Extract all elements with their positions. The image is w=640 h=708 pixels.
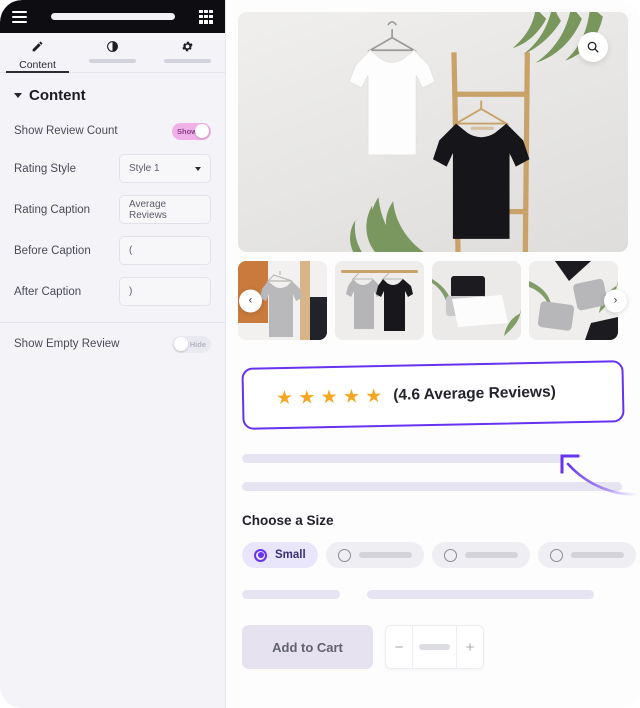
choose-size-title: Choose a Size xyxy=(242,513,334,528)
panel-tabs: Content xyxy=(0,33,225,73)
contrast-half-circle-icon xyxy=(106,38,119,55)
after-caption-input[interactable]: ) xyxy=(119,277,211,306)
editor-device-frame: Content Content Show Review Count Show R… xyxy=(0,0,640,708)
grid-apps-icon[interactable] xyxy=(199,9,213,24)
size-option-small[interactable]: Small xyxy=(242,542,318,568)
thumbnail-list xyxy=(238,261,628,340)
magnifier-icon xyxy=(587,41,599,53)
quantity-decrement-button[interactable]: − xyxy=(386,625,412,669)
settings-panel: Content Content Show Review Count Show R… xyxy=(0,0,226,708)
before-caption-input[interactable]: ( xyxy=(119,236,211,265)
rating-caption-text: (4.6 Average Reviews) xyxy=(393,383,556,404)
quantity-placeholder xyxy=(419,644,450,650)
pencil-icon xyxy=(31,38,44,55)
quantity-increment-button[interactable]: + xyxy=(457,625,483,669)
thumbnail-gallery: ‹ › xyxy=(238,261,628,340)
rating-stars: ★ ★ ★ ★ ★ xyxy=(275,385,383,409)
size-option-3[interactable] xyxy=(431,542,530,568)
tab-advanced[interactable] xyxy=(150,33,225,72)
thumb-image-2 xyxy=(335,261,424,340)
size-options: Small xyxy=(242,542,636,568)
control-before-caption: Before Caption ( xyxy=(0,230,225,271)
control-label: Rating Caption xyxy=(14,203,91,216)
radio-unselected-icon xyxy=(443,548,457,562)
cart-row: Add to Cart − + xyxy=(242,625,628,669)
panel-topbar xyxy=(0,0,225,33)
content-placeholder-bar xyxy=(367,590,595,599)
radio-unselected-icon xyxy=(549,548,563,562)
chevron-right-icon: › xyxy=(613,294,618,307)
show-review-count-toggle[interactable]: Show xyxy=(172,122,211,140)
control-label: Before Caption xyxy=(14,244,91,257)
tab-content-label: Content xyxy=(19,59,56,71)
rating-caption-value: Average Reviews xyxy=(129,198,167,221)
gallery-prev-button[interactable]: ‹ xyxy=(239,289,262,312)
caret-down-icon[interactable] xyxy=(14,93,22,98)
radio-selected-icon xyxy=(254,548,267,562)
lower-placeholder-row xyxy=(238,568,628,604)
control-label: Show Review Count xyxy=(14,125,118,137)
hero-illustration xyxy=(348,12,603,252)
thumbnail-item[interactable] xyxy=(432,261,521,340)
panel-divider xyxy=(0,322,225,323)
control-label: Rating Style xyxy=(14,162,77,175)
control-show-empty-review: Show Empty Review Hide xyxy=(0,327,225,361)
size-option-label: Small xyxy=(275,549,306,561)
control-label: Show Empty Review xyxy=(14,338,120,350)
size-option-placeholder xyxy=(358,552,412,558)
control-rating-style: Rating Style Style 1 xyxy=(0,148,225,189)
tab-style[interactable] xyxy=(75,33,150,72)
toggle-knob xyxy=(195,124,209,138)
content-section-header[interactable]: Content xyxy=(0,73,225,114)
size-option-placeholder xyxy=(464,552,518,558)
product-hero-image[interactable] xyxy=(238,12,628,252)
gallery-next-button[interactable]: › xyxy=(604,289,627,312)
size-option-4[interactable] xyxy=(537,542,636,568)
rating-widget-highlight[interactable]: ★ ★ ★ ★ ★ (4.6 Average Reviews) xyxy=(241,360,625,430)
rating-style-select[interactable]: Style 1 xyxy=(119,154,211,183)
chevron-down-icon xyxy=(195,166,201,171)
before-caption-value: ( xyxy=(129,245,133,256)
radio-unselected-icon xyxy=(337,548,351,562)
toggle-state-label: Hide xyxy=(189,339,206,349)
quantity-value[interactable] xyxy=(412,625,457,669)
control-label: After Caption xyxy=(14,285,82,298)
section-title: Content xyxy=(29,87,86,104)
product-preview: ‹ › ★ ★ ★ ★ ★ (4.6 Average Reviews) Choo… xyxy=(226,0,640,708)
toggle-knob xyxy=(174,337,188,351)
zoom-image-button[interactable] xyxy=(578,32,608,62)
tab-style-placeholder xyxy=(89,59,136,63)
control-after-caption: After Caption ) xyxy=(0,271,225,312)
size-option-placeholder xyxy=(570,552,624,558)
tab-content[interactable]: Content xyxy=(0,33,75,73)
control-rating-caption: Rating Caption Average Reviews xyxy=(0,189,225,230)
show-empty-review-toggle[interactable]: Hide xyxy=(172,335,211,353)
gear-icon xyxy=(181,38,194,55)
control-show-review-count: Show Review Count Show xyxy=(0,114,225,148)
toggle-state-label: Show xyxy=(177,126,197,136)
content-placeholder-bar xyxy=(242,482,622,491)
thumbnail-item[interactable] xyxy=(335,261,424,340)
add-to-cart-button[interactable]: Add to Cart xyxy=(242,625,373,669)
thumb-image-3 xyxy=(432,261,521,340)
hamburger-icon[interactable] xyxy=(12,10,27,23)
size-option-2[interactable] xyxy=(325,542,424,568)
content-placeholder-bar xyxy=(242,590,340,599)
rating-style-value: Style 1 xyxy=(129,163,160,174)
tab-advanced-placeholder xyxy=(164,59,211,63)
content-placeholder-bar xyxy=(242,454,564,463)
quantity-stepper: − + xyxy=(385,625,484,669)
rating-caption-input[interactable]: Average Reviews xyxy=(119,195,211,224)
chevron-left-icon: ‹ xyxy=(248,294,253,307)
topbar-title-placeholder xyxy=(51,13,175,20)
after-caption-value: ) xyxy=(129,286,133,297)
